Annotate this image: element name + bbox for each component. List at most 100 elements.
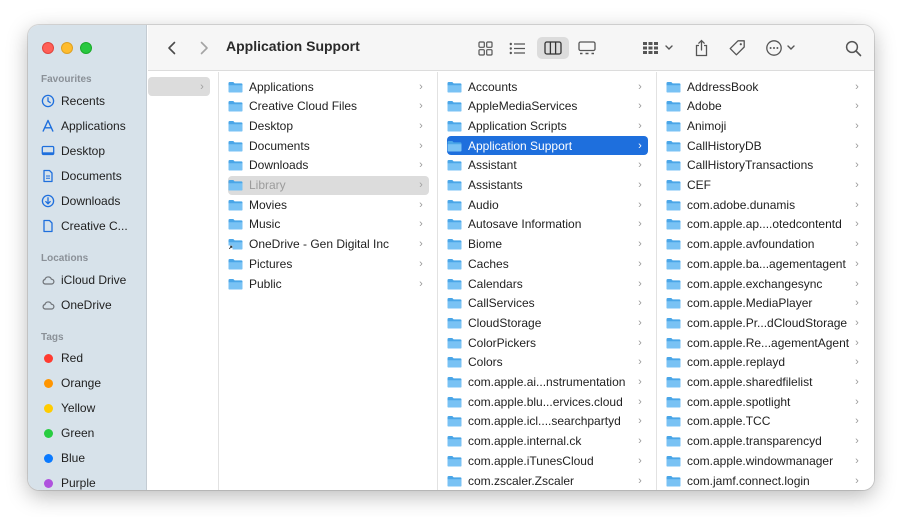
folder-row[interactable]: Autosave Information › <box>447 215 648 234</box>
close-window-button[interactable] <box>42 42 54 54</box>
gallery-view-button[interactable] <box>576 37 598 59</box>
folder-row[interactable]: Movies › <box>228 195 429 214</box>
sidebar-item-label: Desktop <box>61 144 106 158</box>
folder-row[interactable]: com.apple.icl....searchpartyd › <box>447 412 648 431</box>
folder-row[interactable]: com.apple.replayd › <box>666 353 865 372</box>
folder-row[interactable]: Accounts › <box>447 77 648 96</box>
folder-row[interactable]: com.apple.ai...nstrumentation › <box>447 373 648 392</box>
chevron-right-icon: › <box>638 297 642 310</box>
icon-view-button[interactable] <box>474 37 496 59</box>
folder-row[interactable]: CloudStorage › <box>447 313 648 332</box>
folder-row[interactable]: AppleMediaServices › <box>447 97 648 116</box>
folder-row[interactable]: com.apple.ba...agementagent › <box>666 254 865 273</box>
folder-row[interactable]: Creative Cloud Files › <box>228 97 429 116</box>
column-4[interactable]: AddressBook › Adobe › Animoji › CallHistoryDB ›… <box>657 72 874 490</box>
folder-row[interactable]: Application Scripts › <box>447 116 648 135</box>
sidebar-tag-green[interactable]: Green <box>41 422 145 444</box>
chevron-right-icon: › <box>638 257 642 270</box>
folder-row[interactable]: Colors › <box>447 353 648 372</box>
share-button[interactable] <box>691 37 711 59</box>
sidebar-tag-orange[interactable]: Orange <box>41 372 145 394</box>
sidebar-tag-red[interactable]: Red <box>41 347 145 369</box>
sidebar-item-onedrive[interactable]: OneDrive <box>41 294 145 316</box>
chevron-right-icon: › <box>855 198 859 211</box>
folder-row[interactable]: com.apple.transparencyd › <box>666 432 865 451</box>
folder-row[interactable]: com.apple.sharedfilelist › <box>666 373 865 392</box>
folder-name: com.apple.spotlight <box>687 394 791 409</box>
folder-name: com.apple.exchangesync <box>687 276 823 291</box>
folder-row[interactable]: Pictures › <box>228 254 429 273</box>
more-button[interactable] <box>765 37 799 59</box>
folder-row[interactable]: Animoji › <box>666 116 865 135</box>
folder-row[interactable]: com.apple.exchangesync › <box>666 274 865 293</box>
folder-icon <box>447 317 462 329</box>
folder-row[interactable]: com.apple.windowmanager › <box>666 451 865 470</box>
folder-row[interactable]: com.apple.spotlight › <box>666 392 865 411</box>
folder-icon <box>666 396 681 408</box>
sidebar-item-documents[interactable]: Documents <box>41 165 145 187</box>
sidebar-item-desktop[interactable]: Desktop <box>41 140 145 162</box>
group-button[interactable] <box>642 37 676 59</box>
forward-button[interactable] <box>196 37 212 59</box>
folder-name: AppleMediaServices <box>468 99 578 114</box>
minimize-window-button[interactable] <box>61 42 73 54</box>
folder-row[interactable]: AddressBook › <box>666 77 865 96</box>
sidebar-tag-purple[interactable]: Purple <box>41 472 145 490</box>
zoom-window-button[interactable] <box>80 42 92 54</box>
folder-row[interactable]: CallServices › <box>447 294 648 313</box>
folder-row[interactable]: Biome › <box>447 235 648 254</box>
folder-row[interactable]: com.apple.blu...ervices.cloud › <box>447 392 648 411</box>
folder-row[interactable]: com.zscaler.Zscaler › <box>447 471 648 490</box>
folder-row[interactable]: CallHistoryTransactions › <box>666 156 865 175</box>
folder-row[interactable]: Desktop › <box>228 116 429 135</box>
folder-row[interactable]: com.adobe.dunamis › <box>666 195 865 214</box>
column-3[interactable]: Accounts › AppleMediaServices › Application … <box>438 72 657 490</box>
sidebar-tag-blue[interactable]: Blue <box>41 447 145 469</box>
folder-row[interactable]: Adobe › <box>666 97 865 116</box>
folder-row[interactable]: com.jamf.connect.login › <box>666 471 865 490</box>
folder-row[interactable]: CEF › <box>666 176 865 195</box>
folder-row[interactable]: OneDrive - Gen Digital Inc › <box>228 235 429 254</box>
folder-row[interactable]: com.apple.ap....otedcontentd › <box>666 215 865 234</box>
folder-row[interactable]: Calendars › <box>447 274 648 293</box>
sidebar-item-downloads[interactable]: Downloads <box>41 190 145 212</box>
folder-row[interactable]: Downloads › <box>228 156 429 175</box>
sidebar-item-recents[interactable]: Recents <box>41 90 145 112</box>
folder-row[interactable]: com.apple.TCC › <box>666 412 865 431</box>
folder-row[interactable]: com.apple.MediaPlayer › <box>666 294 865 313</box>
folder-row[interactable]: com.apple.Re...agementAgent › <box>666 333 865 352</box>
chevron-right-icon: › <box>638 474 642 487</box>
sidebar-item-icloud-drive[interactable]: iCloud Drive <box>41 269 145 291</box>
sidebar-tag-yellow[interactable]: Yellow <box>41 397 145 419</box>
folder-row[interactable]: ColorPickers › <box>447 333 648 352</box>
folder-row[interactable]: Applications › <box>228 77 429 96</box>
folder-row[interactable]: Public › <box>228 274 429 293</box>
folder-row[interactable]: Audio › <box>447 195 648 214</box>
column-2[interactable]: Applications › Creative Cloud Files › Deskto… <box>219 72 438 490</box>
list-view-button[interactable] <box>506 37 528 59</box>
folder-row[interactable]: Caches › <box>447 254 648 273</box>
sidebar-item-applications[interactable]: Applications <box>41 115 145 137</box>
folder-row[interactable]: Library › <box>228 175 429 195</box>
back-button[interactable] <box>164 37 180 59</box>
search-button[interactable] <box>842 37 864 59</box>
folder-row[interactable]: Application Support › <box>447 136 648 156</box>
chevron-right-icon: › <box>855 119 859 132</box>
group-icon <box>643 42 673 54</box>
folder-row[interactable]: Documents › <box>228 136 429 155</box>
folder-row[interactable]: com.apple.iTunesCloud › <box>447 451 648 470</box>
folder-row[interactable]: com.apple.avfoundation › <box>666 235 865 254</box>
tag-button[interactable] <box>726 37 748 59</box>
folder-row[interactable]: Assistants › <box>447 176 648 195</box>
sidebar-item-creative-cloud[interactable]: Creative C... <box>41 215 145 237</box>
column-view-button[interactable] <box>537 37 569 59</box>
folder-name: Audio <box>468 197 499 212</box>
folder-row[interactable]: com.apple.internal.ck › <box>447 432 648 451</box>
folder-row[interactable]: com.apple.Pr...dCloudStorage › <box>666 313 865 332</box>
folder-row[interactable]: CallHistoryDB › <box>666 136 865 155</box>
folder-row[interactable]: Music › <box>228 215 429 234</box>
folder-row[interactable]: Assistant › <box>447 156 648 175</box>
folder-icon <box>666 436 681 447</box>
column-1[interactable]: › <box>148 72 219 490</box>
column-row-selected-parent[interactable]: › <box>148 77 210 96</box>
